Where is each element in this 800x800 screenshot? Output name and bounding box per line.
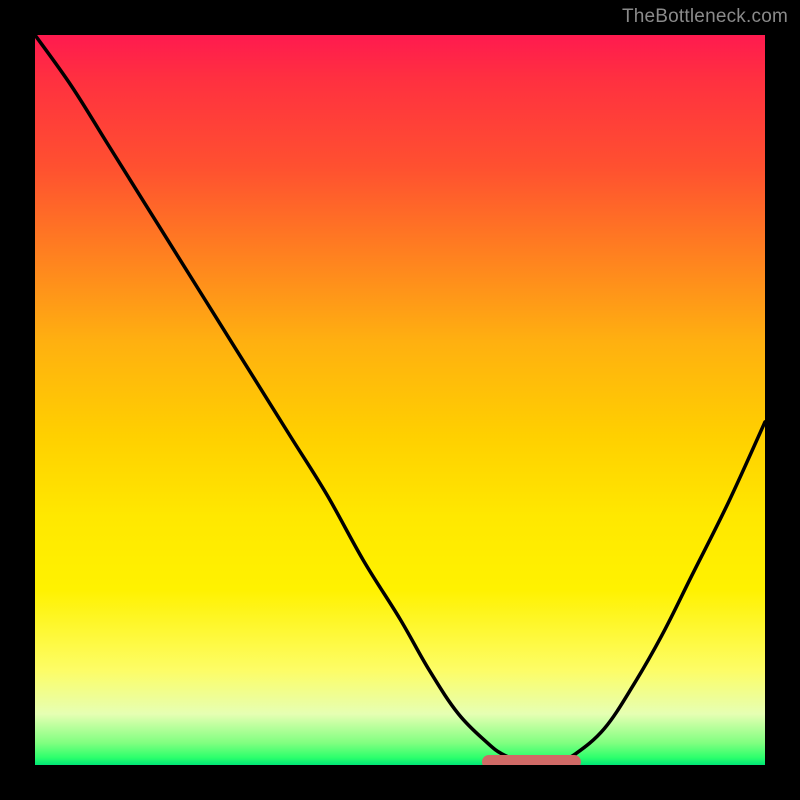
plot-area xyxy=(35,35,765,765)
optimal-range-marker xyxy=(482,755,582,765)
bottleneck-curve xyxy=(35,35,765,763)
curve-svg xyxy=(35,35,765,765)
watermark-text: TheBottleneck.com xyxy=(622,6,788,28)
chart-frame: TheBottleneck.com xyxy=(0,0,800,800)
